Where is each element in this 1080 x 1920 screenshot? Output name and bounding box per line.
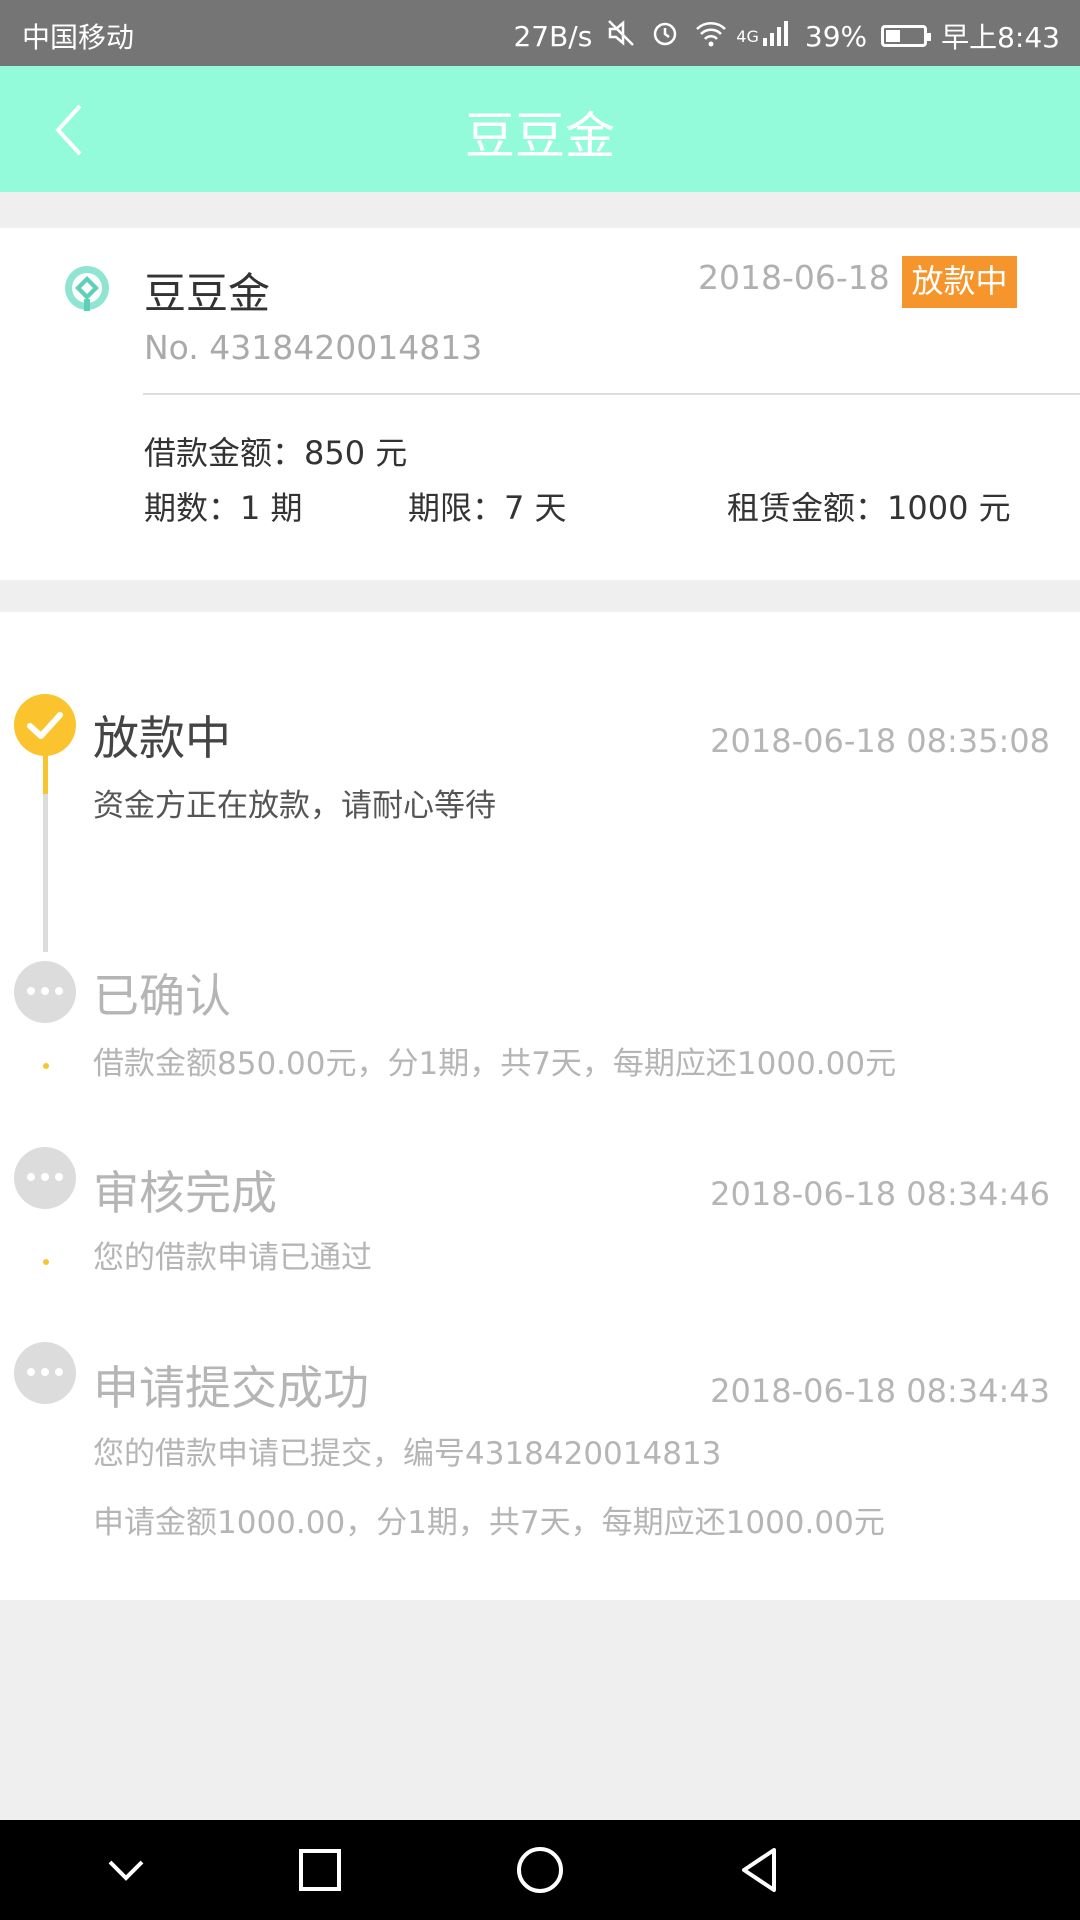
timeline-step-done [14,694,76,756]
check-icon [27,712,63,739]
timeline-step-desc-extra: 申请金额1000.00，分1期，共7天，每期应还1000.00元 [93,1505,885,1541]
status-bar: 中国移动 27B/s 4G 39% 早上8:43 [0,0,1080,66]
app-header: 豆豆金 [0,66,1080,192]
loan-term: 期限：7 天 [408,489,567,527]
app-logo-icon [65,266,109,311]
progress-timeline: 放款中 2018-06-18 08:35:08 资金方正在放款，请耐心等待 已确… [0,612,1080,1600]
status-badge: 放款中 [902,256,1017,308]
timeline-step-pending [14,1342,76,1404]
mute-icon [606,18,636,55]
triangle-back-icon[interactable] [728,1838,792,1902]
signal-icon [761,18,791,55]
battery-percent: 39% [804,19,868,53]
timeline-step-time: 2018-06-18 08:34:46 [710,1175,1050,1213]
timeline-line-pending [43,794,48,952]
wifi-icon [694,18,728,55]
timeline-step-desc: 借款金额850.00元，分1期，共7天，每期应还1000.00元 [93,1046,897,1082]
divider [143,393,1080,395]
chevron-down-icon[interactable] [94,1838,158,1902]
timeline-step-title: 放款中 [93,711,231,765]
timeline-step-time: 2018-06-18 08:35:08 [710,722,1050,760]
timeline-step-pending [14,961,76,1023]
timeline-step-time: 2018-06-18 08:34:43 [710,1372,1050,1410]
timeline-step-title: 申请提交成功 [93,1361,369,1415]
timeline-step-desc: 资金方正在放款，请耐心等待 [93,788,496,824]
page-title: 豆豆金 [465,107,615,165]
dots-icon [27,987,63,997]
clock: 早上8:43 [941,21,1060,54]
timeline-step-pending [14,1147,76,1209]
timeline-dot [43,1259,49,1265]
lease-amount: 租赁金额：1000 元 [727,489,1011,527]
system-nav-bar [0,1820,1080,1920]
timeline-step-title: 审核完成 [93,1166,277,1220]
network-type: 4G [736,26,759,46]
order-number: No. 4318420014813 [144,328,483,367]
product-name: 豆豆金 [144,269,271,318]
circle-icon[interactable] [508,1838,572,1902]
loan-summary-card: 豆豆金 2018-06-18 放款中 No. 4318420014813 借款金… [0,228,1080,580]
timeline-dot [43,1063,49,1069]
square-icon[interactable] [288,1838,352,1902]
network-speed: 27B/s [513,19,593,53]
alarm-icon [650,18,680,55]
timeline-step-desc: 您的借款申请已通过 [93,1240,372,1276]
timeline-step-desc: 您的借款申请已提交，编号4318420014813 [93,1436,722,1472]
dots-icon [27,1368,63,1378]
dots-icon [27,1173,63,1183]
status-icons: 27B/s 4G 39% 早上8:43 [499,16,1060,56]
loan-periods: 期数：1 期 [144,489,303,527]
battery-icon [881,25,932,47]
carrier-label: 中国移动 [22,21,135,54]
loan-date: 2018-06-18 [698,258,890,297]
timeline-step-title: 已确认 [93,969,231,1023]
loan-amount: 借款金额：850 元 [144,434,408,472]
